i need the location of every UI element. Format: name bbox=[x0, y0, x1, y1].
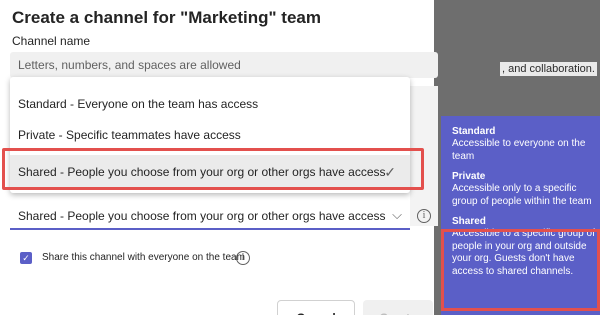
chevron-down-icon: ⌵ bbox=[392, 207, 402, 222]
share-checkbox[interactable]: ✓ bbox=[20, 252, 32, 264]
info-icon[interactable]: i bbox=[236, 251, 250, 265]
tooltip-item-title: Shared bbox=[452, 216, 486, 227]
menu-item-label: Private - Specific teammates have access bbox=[18, 128, 241, 142]
tooltip-item-title: Standard bbox=[452, 126, 496, 137]
channel-name-label: Channel name bbox=[12, 34, 91, 48]
tooltip-item-title: Private bbox=[452, 171, 486, 182]
description-text-fragment: , and collaboration. bbox=[500, 62, 597, 76]
shared-description-highlight bbox=[441, 229, 600, 311]
dialog-title: Create a channel for "Marketing" team bbox=[12, 8, 321, 27]
channel-name-input[interactable] bbox=[10, 52, 438, 78]
shared-option-highlight bbox=[2, 148, 424, 190]
menu-item-label: Standard - Everyone on the team has acce… bbox=[18, 97, 259, 111]
tooltip-item-private: Private Accessible only to a specific gr… bbox=[452, 171, 600, 208]
menu-item-standard[interactable]: Standard - Everyone on the team has acce… bbox=[10, 89, 410, 119]
tooltip-item-standard: Standard Accessible to everyone on the t… bbox=[452, 126, 600, 163]
tooltip-item-body: Accessible to everyone on the team bbox=[452, 138, 586, 162]
info-icon[interactable]: i bbox=[417, 209, 431, 223]
create-button[interactable]: Create bbox=[363, 300, 433, 315]
tooltip-item-body: Accessible only to a specific group of p… bbox=[452, 183, 592, 207]
privacy-select-value: Shared - People you choose from your org… bbox=[18, 209, 386, 223]
share-checkbox-label: Share this channel with everyone on the … bbox=[42, 252, 245, 263]
menu-item-private[interactable]: Private - Specific teammates have access bbox=[10, 120, 410, 150]
cancel-button[interactable]: Cancel bbox=[277, 300, 355, 315]
privacy-select[interactable]: Shared - People you choose from your org… bbox=[10, 204, 410, 230]
